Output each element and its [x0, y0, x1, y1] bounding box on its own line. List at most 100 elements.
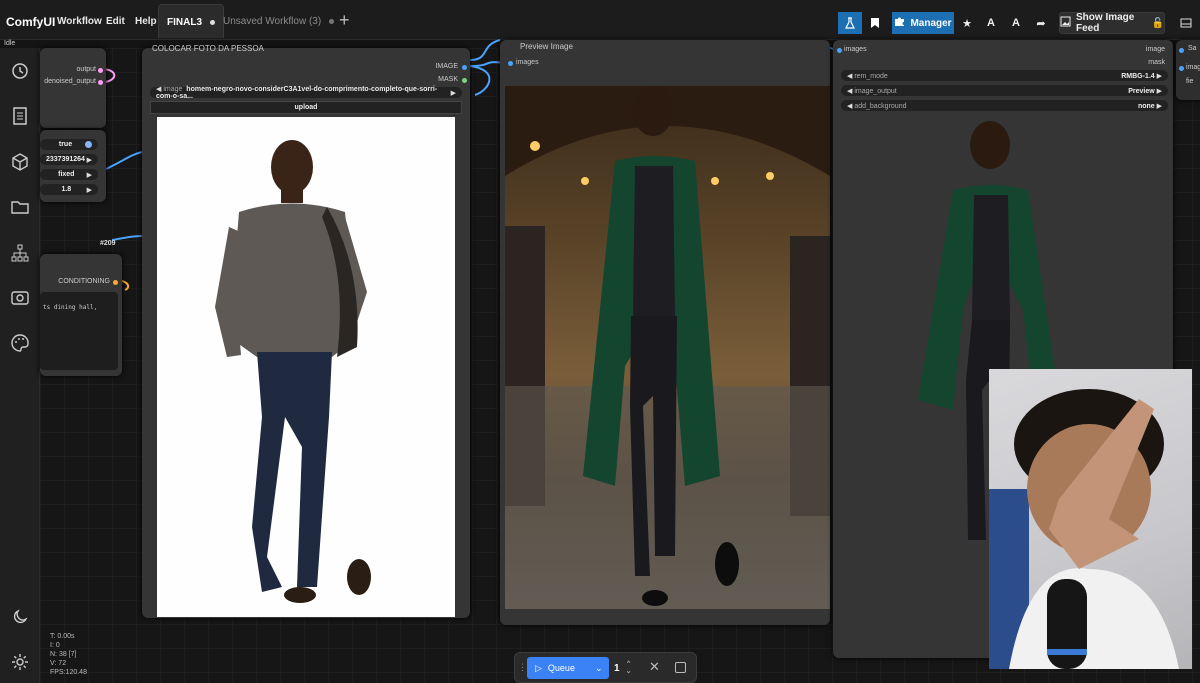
- image-output-slot[interactable]: [462, 65, 467, 70]
- prompt-textarea[interactable]: ts dining hall,: [40, 292, 118, 370]
- queue-label: Queue: [547, 663, 575, 673]
- clip-text-encode-node[interactable]: CONDITIONING ts dining hall,: [40, 254, 122, 376]
- mask-output-slot[interactable]: [462, 78, 467, 83]
- render-stats: T: 0.00s I: 0 N: 38 [7] V: 72 FPS:120.48: [50, 632, 87, 677]
- toggle-knob: [84, 141, 92, 148]
- image-filename: homem-negro-novo-considerC3A1vel-do-comp…: [156, 86, 438, 100]
- moon-icon[interactable]: [9, 606, 31, 628]
- cfg-value: 1.8: [61, 186, 72, 193]
- rem-mode-label: rem_mode: [854, 72, 888, 80]
- prompt-text: ts dining hall,: [43, 304, 98, 311]
- image-output-label: IMAGE: [435, 63, 458, 70]
- manager-label: Manager: [910, 17, 952, 29]
- node-title: COLOCAR FOTO DA PESSOA: [152, 44, 264, 53]
- a-alt-icon[interactable]: A: [1005, 12, 1027, 34]
- preview-image-node[interactable]: Preview Image images: [500, 40, 830, 625]
- node-title: Preview Image: [520, 42, 573, 51]
- tree-icon[interactable]: [9, 242, 31, 264]
- show-image-feed-button[interactable]: Show Image Feed 🔓: [1059, 12, 1165, 34]
- stepper-icon[interactable]: ⌃ ⌄: [626, 661, 632, 675]
- image-settings-icon[interactable]: [9, 287, 31, 309]
- upload-button[interactable]: upload: [150, 101, 462, 114]
- drag-handle-icon[interactable]: ⋮: [518, 662, 527, 673]
- control-value: fixed: [58, 171, 75, 178]
- image-output-widget[interactable]: ◀ image_output Preview ▶: [841, 85, 1168, 96]
- add-background-label: add_background: [854, 102, 907, 110]
- cfg-widget[interactable]: 1.8 ▶: [40, 184, 98, 195]
- document-icon[interactable]: [9, 105, 31, 127]
- new-tab-plus-icon[interactable]: +: [339, 10, 350, 31]
- flask-icon[interactable]: [838, 12, 862, 34]
- output-slot[interactable]: [98, 68, 103, 73]
- share-icon[interactable]: ➦: [1030, 12, 1052, 34]
- palette-icon[interactable]: [9, 332, 31, 354]
- sampler-settings-node[interactable]: true 2337391264 ▶ fixed ▶ 1.8 ▶: [40, 130, 106, 202]
- rem-mode-widget[interactable]: ◀ rem_mode RMBG-1.4 ▶: [841, 70, 1168, 81]
- image-feed-icon: [1060, 16, 1071, 30]
- denoised-output-slot[interactable]: [98, 80, 103, 85]
- star-icon[interactable]: ★: [956, 12, 978, 34]
- image-widget-label: image: [163, 86, 183, 93]
- seed-widget[interactable]: 2337391264 ▶: [40, 154, 98, 165]
- lock-icon: 🔓: [1151, 17, 1164, 29]
- person-figure: [215, 140, 371, 603]
- batch-count-value: 1: [614, 662, 620, 674]
- stop-icon[interactable]: [675, 662, 686, 673]
- control-after-generate-widget[interactable]: fixed ▶: [40, 169, 98, 180]
- hall-scene: [505, 86, 830, 609]
- history-icon[interactable]: [9, 60, 31, 82]
- toggle-widget[interactable]: true: [40, 139, 98, 150]
- batch-count-input[interactable]: 1 ⌃ ⌄: [614, 659, 642, 677]
- menu-help[interactable]: Help: [135, 16, 157, 27]
- unsaved-dot: [329, 18, 335, 24]
- link-badge: #209: [100, 240, 116, 247]
- menu-edit[interactable]: Edit: [106, 16, 125, 27]
- a-icon[interactable]: A: [980, 12, 1002, 34]
- cancel-icon[interactable]: ✕: [649, 659, 660, 675]
- menu-workflow[interactable]: Workflow: [57, 16, 102, 27]
- image-select-widget[interactable]: ◀ image homem-negro-novo-considerC3A1vel…: [150, 86, 462, 100]
- images-input-label: images: [516, 59, 539, 66]
- image-output-setting-label: image_output: [854, 87, 897, 95]
- images-input-label: images: [844, 46, 867, 53]
- manager-button[interactable]: Manager: [892, 12, 954, 34]
- conditioning-slot[interactable]: [113, 280, 118, 285]
- webcam-overlay: [989, 369, 1192, 669]
- chevron-down-icon[interactable]: ⌄: [595, 663, 603, 674]
- partial-node-top-left[interactable]: output denoised_output: [40, 48, 106, 128]
- image-output-value: Preview: [1128, 87, 1155, 95]
- input-slot[interactable]: [1179, 48, 1184, 53]
- images-input-slot[interactable]: [1179, 66, 1184, 71]
- loaded-person-image: [157, 117, 455, 617]
- seed-value: 2337391264: [46, 156, 85, 163]
- load-image-node[interactable]: COLOCAR FOTO DA PESSOA IMAGE MASK ◀ imag…: [142, 44, 470, 618]
- top-menu-bar: ComfyUI Workflow Edit Help FINAL3 Unsave…: [0, 0, 1200, 40]
- status-idle: Idle: [4, 40, 16, 47]
- queue-button[interactable]: ▷ Queue ⌄: [527, 657, 609, 679]
- stat-i: I: 0: [50, 642, 60, 649]
- filename-label: fie: [1186, 78, 1194, 85]
- webcam-person: [989, 389, 1179, 669]
- stat-fps: FPS:120.48: [50, 669, 87, 676]
- images-input-slot[interactable]: [508, 61, 513, 66]
- add-background-value: none: [1137, 102, 1155, 110]
- cube-icon[interactable]: [9, 151, 31, 173]
- partial-node-right[interactable]: Sa images fie: [1176, 40, 1200, 100]
- panel-icon[interactable]: [1175, 12, 1197, 34]
- folder-icon[interactable]: [9, 196, 31, 218]
- left-sidebar: [0, 48, 40, 683]
- app-logo: ComfyUI: [6, 15, 56, 29]
- stat-time: T: 0.00s: [50, 633, 75, 640]
- add-background-widget[interactable]: ◀ add_background none ▶: [841, 100, 1168, 111]
- conditioning-label: CONDITIONING: [58, 278, 110, 285]
- tab-unsaved-workflow[interactable]: Unsaved Workflow (3): [215, 4, 342, 38]
- toggle-value: true: [58, 141, 73, 148]
- gear-icon[interactable]: [9, 651, 31, 673]
- generated-preview-image: [505, 86, 830, 609]
- images-input-slot[interactable]: [837, 48, 842, 53]
- bookmark-icon[interactable]: [864, 12, 886, 34]
- save-label: Sa: [1188, 45, 1197, 52]
- mask-output-label: MASK: [438, 76, 458, 83]
- denoised-output-label: denoised_output: [44, 78, 96, 85]
- tab-label: FINAL3: [167, 17, 202, 28]
